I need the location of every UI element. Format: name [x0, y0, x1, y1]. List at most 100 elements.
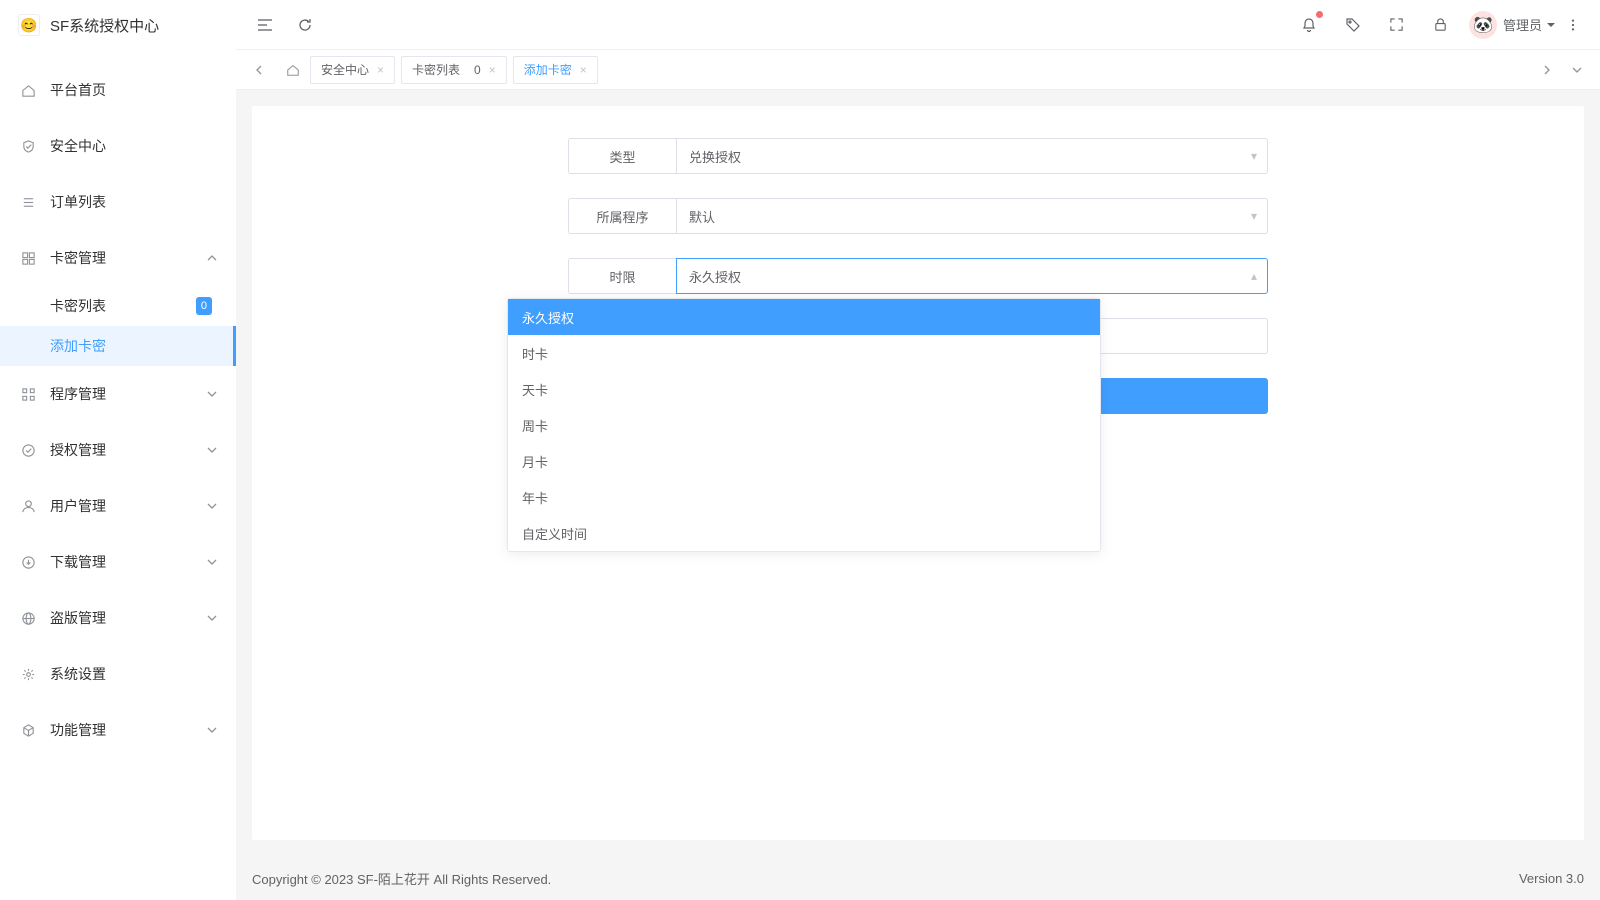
- caret-up-icon: ▴: [1251, 269, 1257, 283]
- field-type-label: 类型: [568, 138, 676, 174]
- dropdown-option-0[interactable]: 永久授权: [508, 299, 1100, 335]
- duration-dropdown: 永久授权时卡天卡周卡月卡年卡自定义时间: [507, 298, 1101, 552]
- fullscreen-button[interactable]: [1379, 7, 1415, 43]
- sidebar-subitem-label: 添加卡密: [50, 336, 236, 356]
- collapse-sidebar-button[interactable]: [250, 10, 280, 40]
- chevron-down-icon: [206, 388, 218, 400]
- tag-button[interactable]: [1335, 7, 1371, 43]
- sidebar-item-label: 订单列表: [50, 192, 218, 212]
- cube-icon: [20, 722, 36, 738]
- content-area: 类型 兑换授权 ▾ 所属程序 默认 ▾ 时限 永久授权 ▴: [236, 90, 1600, 856]
- dropdown-option-2[interactable]: 天卡: [508, 371, 1100, 407]
- sidebar-item-7[interactable]: 下载管理: [0, 534, 236, 590]
- tab-label: 添加卡密: [524, 61, 572, 78]
- footer-copyright: Copyright © 2023 SF-陌上花开 All Rights Rese…: [252, 869, 551, 888]
- close-icon[interactable]: ×: [489, 63, 496, 77]
- dropdown-option-4[interactable]: 月卡: [508, 443, 1100, 479]
- sidebar-item-9[interactable]: 系统设置: [0, 646, 236, 702]
- sidebar-item-label: 授权管理: [50, 440, 206, 460]
- sidebar: 😊 SF系统授权中心 平台首页安全中心订单列表卡密管理卡密列表0 添加卡密程序管理…: [0, 0, 236, 900]
- sidebar-item-label: 平台首页: [50, 80, 218, 100]
- sidebar-item-1[interactable]: 安全中心: [0, 118, 236, 174]
- chevron-down-icon: [206, 612, 218, 624]
- badge: 0: [196, 297, 212, 315]
- download-icon: [20, 554, 36, 570]
- brand-logo: 😊: [18, 14, 40, 36]
- tab-count: 0: [474, 63, 481, 77]
- tab-0[interactable]: 安全中心 ×: [310, 56, 395, 84]
- sidebar-item-0[interactable]: 平台首页: [0, 62, 236, 118]
- tab-home[interactable]: [276, 56, 310, 84]
- sidebar-subitem-3-1[interactable]: 添加卡密: [0, 326, 236, 366]
- tab-scroll-right[interactable]: [1532, 55, 1562, 85]
- sidebar-item-label: 功能管理: [50, 720, 206, 740]
- grid-icon: [20, 250, 36, 266]
- caret-down-icon: ▾: [1251, 149, 1257, 163]
- more-button[interactable]: [1560, 18, 1586, 32]
- brand-title: SF系统授权中心: [50, 15, 159, 36]
- sidebar-item-label: 盗版管理: [50, 608, 206, 628]
- footer: Copyright © 2023 SF-陌上花开 All Rights Rese…: [236, 856, 1600, 900]
- field-duration-select[interactable]: 永久授权 ▴: [676, 258, 1268, 294]
- lock-button[interactable]: [1423, 7, 1459, 43]
- dropdown-option-3[interactable]: 周卡: [508, 407, 1100, 443]
- caret-down-icon: [1546, 20, 1556, 30]
- sidebar-item-label: 程序管理: [50, 384, 206, 404]
- dropdown-option-1[interactable]: 时卡: [508, 335, 1100, 371]
- chevron-down-icon: [206, 556, 218, 568]
- close-icon[interactable]: ×: [377, 63, 384, 77]
- field-duration-label: 时限: [568, 258, 676, 294]
- sidebar-item-8[interactable]: 盗版管理: [0, 590, 236, 646]
- header: 🐼 管理员: [236, 0, 1600, 50]
- user-menu[interactable]: 管理员: [1503, 15, 1556, 34]
- field-program-label: 所属程序: [568, 198, 676, 234]
- user-name-label: 管理员: [1503, 15, 1542, 34]
- tab-scroll-left[interactable]: [242, 56, 276, 84]
- chevron-down-icon: [206, 444, 218, 456]
- sidebar-item-2[interactable]: 订单列表: [0, 174, 236, 230]
- sidebar-item-4[interactable]: 程序管理: [0, 366, 236, 422]
- gear-icon: [20, 666, 36, 682]
- tab-label: 安全中心: [321, 61, 369, 78]
- dropdown-option-5[interactable]: 年卡: [508, 479, 1100, 515]
- field-program-select[interactable]: 默认 ▾: [676, 198, 1268, 234]
- caret-down-icon: ▾: [1251, 209, 1257, 223]
- close-icon[interactable]: ×: [580, 63, 587, 77]
- sidebar-subitem-label: 卡密列表: [50, 296, 196, 316]
- globe-icon: [20, 610, 36, 626]
- shield-icon: [20, 138, 36, 154]
- field-type-select[interactable]: 兑换授权 ▾: [676, 138, 1268, 174]
- sidebar-item-6[interactable]: 用户管理: [0, 478, 236, 534]
- chevron-up-icon: [206, 252, 218, 264]
- chevron-down-icon: [206, 500, 218, 512]
- tab-label: 卡密列表: [412, 61, 460, 78]
- refresh-button[interactable]: [290, 10, 320, 40]
- check-icon: [20, 442, 36, 458]
- field-type-value: 兑换授权: [689, 147, 741, 166]
- brand-row: 😊 SF系统授权中心: [0, 0, 236, 50]
- sidebar-item-10[interactable]: 功能管理: [0, 702, 236, 758]
- field-duration-value: 永久授权: [689, 267, 741, 286]
- sidebar-item-3[interactable]: 卡密管理: [0, 230, 236, 286]
- list-icon: [20, 194, 36, 210]
- notification-dot: [1316, 11, 1323, 18]
- form-panel: 类型 兑换授权 ▾ 所属程序 默认 ▾ 时限 永久授权 ▴: [252, 106, 1584, 840]
- avatar[interactable]: 🐼: [1469, 11, 1497, 39]
- tab-bar: 安全中心 × 卡密列表 0 × 添加卡密 ×: [236, 50, 1600, 90]
- sidebar-item-label: 系统设置: [50, 664, 218, 684]
- sidebar-item-label: 下载管理: [50, 552, 206, 572]
- sidebar-item-label: 用户管理: [50, 496, 206, 516]
- chevron-down-icon: [206, 724, 218, 736]
- tab-dropdown[interactable]: [1562, 55, 1592, 85]
- home-icon: [20, 82, 36, 98]
- sidebar-item-label: 安全中心: [50, 136, 218, 156]
- sidebar-item-5[interactable]: 授权管理: [0, 422, 236, 478]
- sidebar-subitem-3-0[interactable]: 卡密列表0: [0, 286, 236, 326]
- tab-1[interactable]: 卡密列表 0 ×: [401, 56, 507, 84]
- tab-2[interactable]: 添加卡密 ×: [513, 56, 598, 84]
- apps-icon: [20, 386, 36, 402]
- field-program-value: 默认: [689, 207, 715, 226]
- sidebar-item-label: 卡密管理: [50, 248, 206, 268]
- notification-button[interactable]: [1291, 7, 1327, 43]
- dropdown-option-6[interactable]: 自定义时间: [508, 515, 1100, 551]
